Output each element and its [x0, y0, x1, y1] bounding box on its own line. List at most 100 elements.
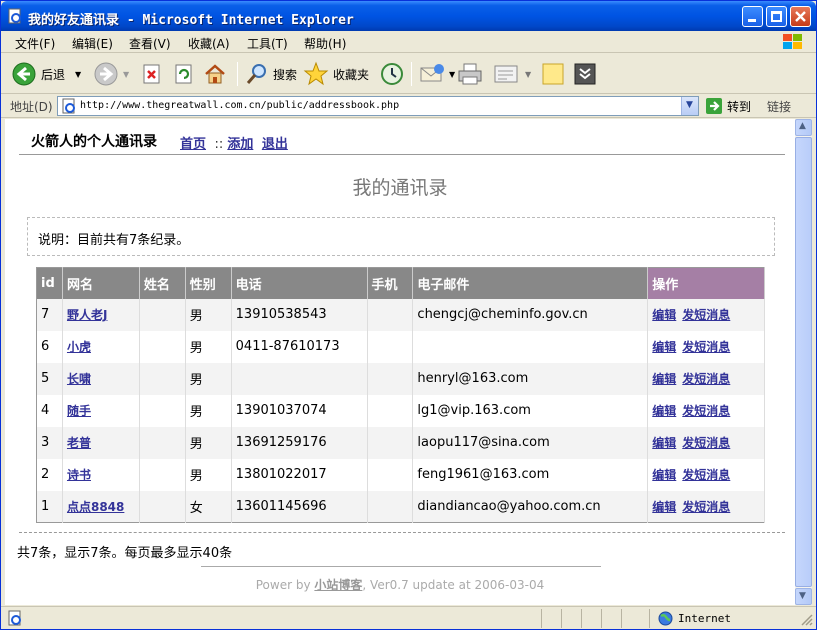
cell-gender: 男: [185, 426, 232, 459]
nickname-link[interactable]: 随手: [67, 404, 91, 418]
cell-email: feng1961@163.com: [412, 458, 649, 491]
menu-favorites[interactable]: 收藏(A): [188, 35, 230, 52]
send-sms-link[interactable]: 发短消息: [682, 340, 730, 354]
forward-button[interactable]: ▼: [93, 60, 129, 88]
menu-file[interactable]: 文件(F): [15, 35, 55, 52]
cell-email: henryl@163.com: [412, 362, 649, 395]
nav-links: 首页 :: 添加 退出: [180, 133, 288, 152]
address-input[interactable]: http://www.thegreatwall.com.cn/public/ad…: [57, 96, 699, 116]
home-button[interactable]: [203, 60, 227, 88]
header-email: 电子邮件: [412, 267, 649, 299]
go-button[interactable]: 转到: [705, 97, 751, 115]
address-dropdown-button[interactable]: ▼: [681, 97, 698, 115]
cell-phone: 0411-87610173: [231, 330, 368, 363]
pagination-summary: 共7条，显示7条。每页最多显示40条: [17, 546, 233, 561]
back-button[interactable]: 后退 ▼: [11, 60, 81, 88]
cell-nickname: 老普: [62, 426, 140, 459]
history-button[interactable]: [379, 60, 405, 88]
send-sms-link[interactable]: 发短消息: [682, 404, 730, 418]
mail-button[interactable]: ▼: [419, 60, 455, 88]
home-link[interactable]: 首页: [180, 137, 206, 152]
scroll-thumb[interactable]: [795, 137, 812, 587]
cell-gender: 男: [185, 394, 232, 427]
nickname-link[interactable]: 点点8848: [67, 500, 124, 514]
scroll-down-button[interactable]: ▼: [795, 588, 812, 605]
menu-help[interactable]: 帮助(H): [304, 35, 346, 52]
cell-gender: 男: [185, 330, 232, 363]
send-sms-link[interactable]: 发短消息: [682, 468, 730, 482]
favorites-button[interactable]: 收藏夹: [303, 60, 369, 88]
edit-link[interactable]: 编辑: [652, 404, 676, 418]
header-phone: 电话: [231, 267, 368, 299]
cell-name: [139, 330, 186, 363]
cell-id: 3: [36, 426, 63, 459]
back-dropdown-icon[interactable]: ▼: [75, 70, 81, 79]
status-cell: [541, 609, 561, 628]
cell-phone: 13801022017: [231, 458, 368, 491]
cell-mobile: [367, 394, 414, 427]
contacts-table: id 网名 姓名 性别 电话 手机 电子邮件 操作 7 野人老J 男 13910538…: [36, 267, 765, 523]
resize-grip-icon[interactable]: [800, 613, 814, 627]
menu-edit[interactable]: 编辑(E): [72, 35, 113, 52]
stop-button[interactable]: [141, 60, 163, 88]
footer-blog-link[interactable]: 小站博客: [314, 578, 362, 592]
search-icon: [246, 64, 266, 84]
scroll-up-button[interactable]: ▲: [795, 119, 812, 136]
send-sms-link[interactable]: 发短消息: [682, 500, 730, 514]
send-sms-link[interactable]: 发短消息: [682, 372, 730, 386]
search-button[interactable]: 搜索: [245, 60, 297, 88]
edit-link[interactable]: 编辑: [652, 468, 676, 482]
cell-mobile: [367, 330, 414, 363]
send-sms-link[interactable]: 发短消息: [682, 436, 730, 450]
chevron-up-icon: ▲: [799, 121, 806, 131]
nickname-link[interactable]: 老普: [67, 436, 91, 450]
research-icon: [574, 63, 596, 85]
forward-dropdown-icon[interactable]: ▼: [123, 70, 129, 79]
discuss-button[interactable]: [541, 60, 565, 88]
messenger-button[interactable]: [573, 60, 597, 88]
edit-link[interactable]: 编辑: [652, 340, 676, 354]
cell-nickname: 点点8848: [62, 490, 140, 523]
header-actions: 操作: [647, 267, 765, 299]
mail-dropdown-icon[interactable]: ▼: [449, 70, 455, 79]
maximize-button[interactable]: [766, 6, 787, 27]
nickname-link[interactable]: 小虎: [67, 340, 91, 354]
menu-view[interactable]: 查看(V): [129, 35, 171, 52]
menu-tools[interactable]: 工具(T): [247, 35, 288, 52]
edit-dropdown-icon[interactable]: ▼: [525, 70, 531, 79]
refresh-button[interactable]: [173, 60, 195, 88]
edit-link[interactable]: 编辑: [652, 500, 676, 514]
page-icon: [62, 98, 75, 114]
add-link[interactable]: 添加: [227, 137, 253, 152]
minimize-button[interactable]: [742, 6, 763, 27]
table-row: 1 点点8848 女 13601145696 diandiancao@yahoo.com…: [36, 490, 765, 523]
table-row: 4 随手 男 13901037074 lg1@vip.163.com 编辑 发短消息: [36, 394, 765, 427]
edit-link[interactable]: 编辑: [652, 372, 676, 386]
nickname-link[interactable]: 诗书: [67, 468, 91, 482]
page-title: 我的通讯录: [352, 177, 448, 199]
cell-phone: [231, 362, 368, 395]
globe-icon: [658, 611, 673, 626]
cell-mobile: [367, 426, 414, 459]
edit-button[interactable]: ▼: [493, 60, 531, 88]
nickname-link[interactable]: 长啸: [67, 372, 91, 386]
cell-name: [139, 362, 186, 395]
edit-link[interactable]: 编辑: [652, 436, 676, 450]
cell-actions: 编辑 发短消息: [647, 490, 765, 523]
links-button[interactable]: 链接: [767, 98, 791, 115]
logout-link[interactable]: 退出: [262, 137, 288, 152]
status-cell: [601, 609, 621, 628]
page-header: 火箭人的个人通讯录 首页 :: 添加 退出: [19, 129, 785, 155]
print-button[interactable]: [457, 60, 483, 88]
nickname-link[interactable]: 野人老J: [67, 308, 107, 322]
close-button[interactable]: [790, 6, 811, 27]
printer-icon: [458, 63, 482, 85]
vertical-scrollbar[interactable]: ▲ ▼: [795, 119, 812, 605]
edit-link[interactable]: 编辑: [652, 308, 676, 322]
cell-id: 4: [36, 394, 63, 427]
table-row: 5 长啸 男 henryl@163.com 编辑 发短消息: [36, 362, 765, 395]
toolbar-separator: [237, 62, 238, 86]
title-bar[interactable]: 我的好友通讯录 - Microsoft Internet Explorer: [1, 1, 816, 31]
cell-phone: 13901037074: [231, 394, 368, 427]
send-sms-link[interactable]: 发短消息: [682, 308, 730, 322]
